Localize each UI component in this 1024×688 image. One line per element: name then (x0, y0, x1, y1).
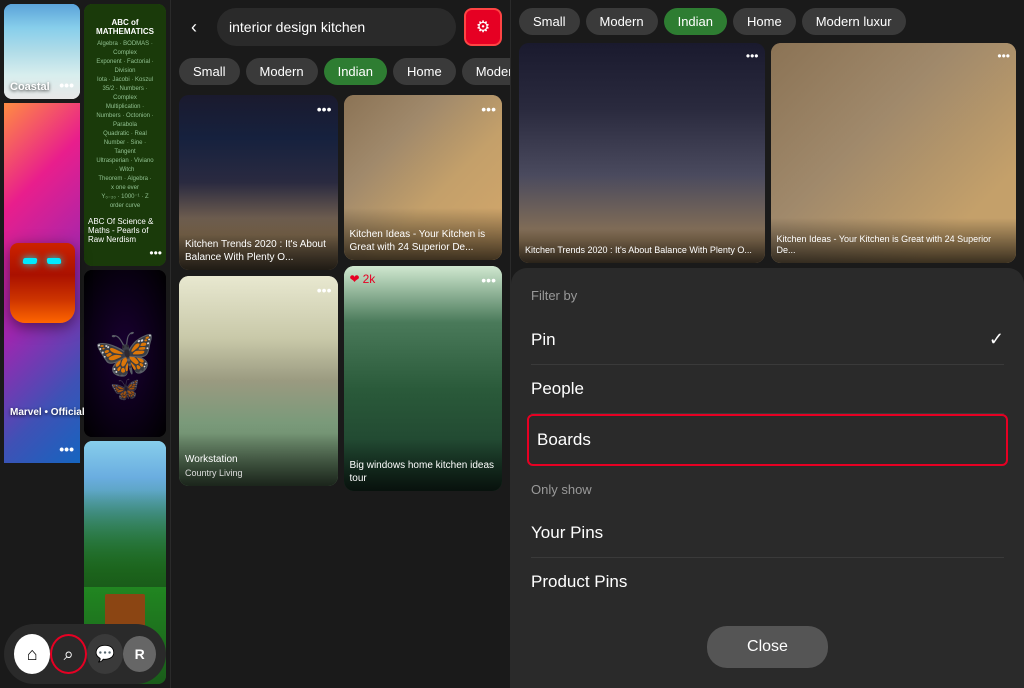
only-show-title: Only show (531, 482, 1004, 497)
pin-item-kitchen1[interactable]: Kitchen Trends 2020 : It's About Balance… (179, 95, 338, 270)
butterfly-pin[interactable]: 🦋 🦋 (84, 270, 166, 437)
chip-home[interactable]: Home (393, 58, 456, 85)
filter-pin-check: ✓ (989, 329, 1004, 350)
filter-boards-label: Boards (537, 430, 591, 450)
close-button[interactable]: Close (707, 626, 828, 668)
right-panel: Small Modern Indian Home Modern luxur Ki… (510, 0, 1024, 688)
left-panel: Coastal ••• Marvel • Official Art Showca… (0, 0, 170, 688)
coastal-label: Coastal (10, 81, 50, 93)
bottom-nav: ⌂ ⌕ 💬 R (4, 624, 166, 684)
pin-item-kitchen4[interactable]: ❤ 2k Big windows home kitchen ideas tour… (344, 266, 503, 491)
right-pin2-label: Kitchen Ideas - Your Kitchen is Great wi… (771, 218, 1017, 263)
filter-pin-label: Pin (531, 330, 556, 350)
pins-column-1: Kitchen Trends 2020 : It's About Balance… (179, 95, 338, 682)
right-chip-small[interactable]: Small (519, 8, 580, 35)
close-button-container: Close (531, 626, 1004, 668)
pin4-more[interactable]: ••• (481, 272, 496, 288)
butterfly-icon: 🦋 (94, 324, 156, 383)
search-bar: ‹ interior design kitchen ⚙ (171, 0, 510, 54)
pin3-label: Workstation Country Living (179, 433, 338, 486)
chip-small[interactable]: Small (179, 58, 240, 85)
home-nav-button[interactable]: ⌂ (14, 634, 50, 674)
middle-panel: ‹ interior design kitchen ⚙ Small Modern… (170, 0, 510, 688)
math-pin[interactable]: ABC of MATHEMATICS Algebra · BODMAS · Co… (84, 4, 166, 266)
search-nav-button[interactable]: ⌕ (50, 634, 87, 674)
filter-by-title: Filter by (531, 288, 1004, 303)
profile-nav-button[interactable]: R (123, 636, 156, 672)
pin3-more[interactable]: ••• (317, 282, 332, 298)
filter-option-boards[interactable]: Boards (527, 414, 1008, 466)
pin2-more[interactable]: ••• (481, 101, 496, 117)
right-pin-kitchen1[interactable]: Kitchen Trends 2020 : It's About Balance… (519, 43, 765, 263)
right-chip-modern[interactable]: Modern (586, 8, 658, 35)
right-pins-grid: Kitchen Trends 2020 : It's About Balance… (511, 43, 1024, 263)
filter-option-product-pins[interactable]: Product Pins (531, 558, 1004, 606)
coastal-pin[interactable]: Coastal ••• (4, 4, 80, 99)
search-input[interactable]: interior design kitchen (229, 19, 444, 35)
right-column: ABC of MATHEMATICS Algebra · BODMAS · Co… (84, 4, 166, 684)
left-column: Coastal ••• Marvel • Official Art Showca… (4, 4, 80, 684)
pins-column-2: Kitchen Ideas - Your Kitchen is Great wi… (344, 95, 503, 682)
right-filter-chips: Small Modern Indian Home Modern luxur (511, 0, 1024, 43)
pin1-more[interactable]: ••• (317, 101, 332, 117)
pin4-label: Big windows home kitchen ideas tour (344, 439, 503, 491)
right-pin-kitchen2[interactable]: Kitchen Ideas - Your Kitchen is Great wi… (771, 43, 1017, 263)
coastal-more-icon[interactable]: ••• (59, 77, 74, 93)
search-input-container: interior design kitchen (217, 8, 456, 46)
filter-option-people[interactable]: People (531, 365, 1004, 414)
messages-nav-button[interactable]: 💬 (87, 634, 123, 674)
pin-item-kitchen3[interactable]: Workstation Country Living ••• (179, 276, 338, 486)
back-button[interactable]: ‹ (179, 12, 209, 42)
ironman-pin[interactable]: Marvel • Official Art Showcase ••• (4, 103, 80, 463)
filter-people-label: People (531, 379, 584, 399)
pin1-label: Kitchen Trends 2020 : It's About Balance… (179, 218, 338, 270)
right-chip-home[interactable]: Home (733, 8, 796, 35)
filter-your-pins-label: Your Pins (531, 523, 603, 543)
chip-modern[interactable]: Modern (246, 58, 318, 85)
math-more-icon[interactable]: ••• (149, 246, 162, 260)
right-pin1-label: Kitchen Trends 2020 : It's About Balance… (519, 229, 765, 263)
filter-overlay: Filter by Pin ✓ People Boards Only show … (511, 268, 1024, 688)
chip-modern-luxur[interactable]: Modern luxur (462, 58, 510, 85)
pin2-label: Kitchen Ideas - Your Kitchen is Great wi… (344, 208, 503, 260)
filter-option-pin[interactable]: Pin ✓ (531, 315, 1004, 365)
filter-option-your-pins[interactable]: Your Pins (531, 509, 1004, 558)
right-chip-indian[interactable]: Indian (664, 8, 727, 35)
right-pin1-more[interactable]: ••• (746, 49, 759, 63)
chip-indian[interactable]: Indian (324, 58, 387, 85)
filter-product-pins-label: Product Pins (531, 572, 627, 592)
only-show-section: Only show Your Pins Product Pins (531, 482, 1004, 606)
right-chip-modern-luxur[interactable]: Modern luxur (802, 8, 906, 35)
filter-chips: Small Modern Indian Home Modern luxur (171, 54, 510, 89)
math-label: ABC Of Science & Maths - Pearls of Raw N… (88, 217, 166, 244)
filter-button[interactable]: ⚙ (464, 8, 502, 46)
pin4-like: ❤ 2k (350, 272, 376, 286)
pin-item-kitchen2[interactable]: Kitchen Ideas - Your Kitchen is Great wi… (344, 95, 503, 260)
pins-grid: Kitchen Trends 2020 : It's About Balance… (171, 89, 510, 688)
right-pin2-more[interactable]: ••• (997, 49, 1010, 63)
